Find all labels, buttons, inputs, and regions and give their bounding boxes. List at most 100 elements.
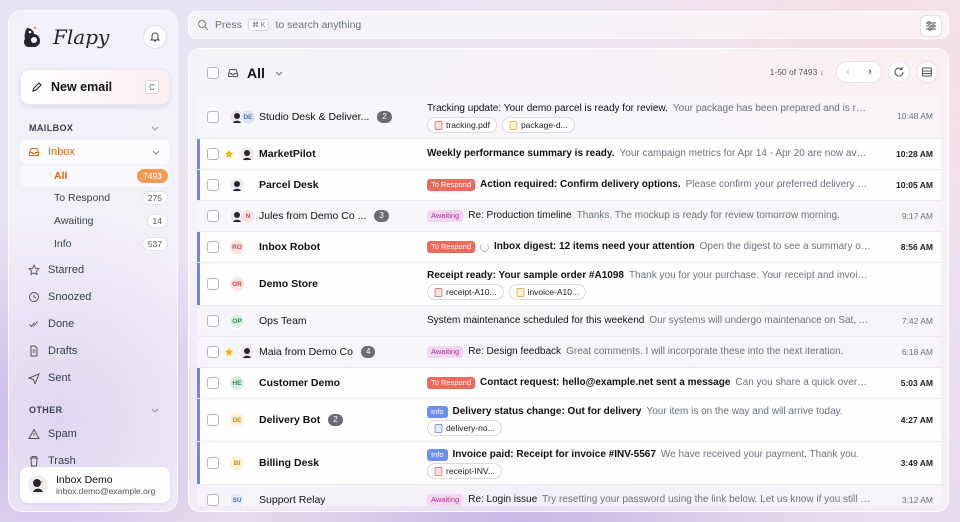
file-icon	[516, 287, 524, 297]
row-checkbox[interactable]	[207, 210, 219, 222]
sidebar-sub-info[interactable]: Info 537	[20, 233, 170, 255]
sender-name: Inbox Robot	[259, 241, 321, 253]
email-row[interactable]: RO Inbox Robot To Respond Inbox digest: 1…	[197, 232, 941, 263]
new-email-label: New email	[51, 80, 113, 94]
email-summary: To Respond Contact request: hello@example…	[427, 376, 871, 390]
email-summary: Awaiting Re: Design feedback Great comment…	[427, 345, 871, 359]
sidebar-sub-to-respond[interactable]: To Respond 275	[20, 187, 170, 209]
chevron-down-icon[interactable]	[151, 406, 159, 414]
notifications-button[interactable]	[143, 25, 167, 49]
search-bar[interactable]: Press ⌘ K to search anything	[188, 11, 949, 39]
email-row[interactable]: DE Delivery Bot 2 Info Delivery status cha…	[197, 399, 941, 442]
attachment-chip[interactable]: tracking.pdf	[427, 117, 497, 133]
sidebar-item-spam[interactable]: Spam	[20, 422, 170, 446]
attachment-name: invoice-A10...	[527, 287, 580, 297]
attachment-chip[interactable]: package-d...	[501, 117, 575, 133]
email-row[interactable]: MarketPilot Weekly performance summary i…	[197, 139, 941, 170]
sender-avatars: OR	[229, 276, 245, 292]
layout-toggle-button[interactable]	[916, 61, 938, 83]
sender-name: Support Relay	[259, 494, 326, 506]
email-summary: Awaiting Re: Production timeline Thanks. T…	[427, 209, 871, 223]
document-icon	[30, 345, 38, 357]
row-checkbox[interactable]	[207, 179, 219, 191]
attachment-chip[interactable]: invoice-A10...	[508, 284, 587, 300]
sender-name: MarketPilot	[259, 148, 316, 160]
email-sender: Demo Store	[259, 277, 318, 291]
row-checkbox[interactable]	[207, 111, 219, 123]
send-icon	[28, 373, 40, 384]
email-row[interactable]: HE Customer Demo To Respond Contact reque…	[197, 368, 941, 399]
next-page-button[interactable]: ›	[859, 62, 881, 82]
folder-filter-label[interactable]: All	[247, 65, 265, 81]
sender-avatars: RO	[229, 239, 245, 255]
email-row[interactable]: BI Billing Desk Info Invoice paid: Receip…	[197, 442, 941, 485]
email-row[interactable]: Maia from Demo Co 4 Awaiting Re: Design fe…	[197, 337, 941, 368]
sidebar-item-label: Trash	[48, 455, 76, 467]
email-row[interactable]: DE Studio Desk & Deliver... 2 Tracking up…	[197, 96, 941, 139]
app-name: Flapy	[53, 25, 110, 49]
sidebar-sub-all[interactable]: All 7493	[20, 165, 170, 187]
email-row[interactable]: N Jules from Demo Co ... 3 Awaiting Re: Pr…	[197, 201, 941, 232]
trash-icon	[30, 456, 38, 467]
email-time: 5:03 AM	[900, 378, 933, 388]
email-sender: MarketPilot	[259, 147, 316, 161]
email-time: 6:18 AM	[901, 347, 933, 357]
email-preview: We have received your payment. Thank you…	[660, 449, 859, 460]
attachment-chip[interactable]: delivery-no...	[427, 420, 502, 436]
duck-avatar-icon	[242, 149, 251, 160]
new-email-button[interactable]: New email C	[20, 69, 170, 105]
brand[interactable]: Flapy	[21, 25, 109, 49]
attachment-chip[interactable]: receipt-A10...	[427, 284, 504, 300]
row-checkbox[interactable]	[207, 346, 219, 358]
email-row[interactable]: OR Demo Store Receipt ready: Your sample…	[197, 263, 941, 306]
user-card[interactable]: Inbox Demo inbox.demo@example.org	[20, 467, 170, 503]
email-preview: Try resetting your password using the li…	[542, 494, 871, 505]
sidebar-item-label: Sent	[48, 372, 71, 384]
chevron-down-icon[interactable]	[273, 67, 285, 79]
row-checkbox[interactable]	[207, 241, 219, 253]
row-checkbox[interactable]	[207, 278, 219, 290]
email-time: 7:42 AM	[901, 316, 933, 326]
refresh-button[interactable]	[888, 61, 910, 83]
email-sender: Ops Team	[259, 314, 307, 328]
email-row[interactable]: Parcel Desk To Respond Action required: C…	[197, 170, 941, 201]
duck-avatar-icon	[242, 347, 251, 358]
email-row[interactable]: OP Ops Team System maintenance scheduled…	[197, 306, 941, 337]
avatar: DE	[240, 109, 256, 125]
chevron-down-icon[interactable]	[151, 124, 159, 132]
sidebar-item-done[interactable]: Done	[20, 312, 170, 336]
sidebar-sub-awaiting[interactable]: Awaiting 14	[20, 210, 170, 232]
select-all-checkbox[interactable]	[207, 67, 219, 79]
email-summary: Info Invoice paid: Receipt for invoice #I…	[427, 448, 871, 462]
star-filled-icon[interactable]	[224, 149, 234, 159]
sender-avatars: SU	[229, 492, 245, 506]
sidebar-item-drafts[interactable]: Drafts	[20, 339, 170, 363]
row-checkbox[interactable]	[207, 148, 219, 160]
sidebar-item-inbox[interactable]: Inbox	[20, 140, 170, 164]
previous-page-button[interactable]: ‹	[837, 62, 859, 82]
email-sender: Maia from Demo Co 4	[259, 345, 376, 359]
email-time: 3:12 AM	[901, 495, 933, 505]
email-subject: System maintenance scheduled for this we…	[427, 315, 645, 326]
row-checkbox[interactable]	[207, 494, 219, 506]
filter-settings-button[interactable]	[920, 15, 942, 37]
attachment-name: delivery-no...	[446, 423, 495, 433]
email-summary: Receipt ready: Your sample order #A1098 T…	[427, 269, 871, 283]
star-filled-icon[interactable]	[224, 347, 234, 357]
label-tag: To Respond	[427, 179, 476, 191]
attachment-chip[interactable]: receipt-INV...	[427, 463, 502, 479]
sidebar-item-snoozed[interactable]: Snoozed	[20, 285, 170, 309]
row-checkbox[interactable]	[207, 377, 219, 389]
row-checkbox[interactable]	[207, 414, 219, 426]
row-checkbox[interactable]	[207, 315, 219, 327]
count-badge: 7493	[137, 169, 168, 183]
sidebar-item-starred[interactable]: Starred	[20, 258, 170, 282]
pagination-range[interactable]: 1-50 of 7493 ↓	[770, 67, 824, 77]
count-badge: 14	[146, 214, 168, 228]
sidebar-item-sent[interactable]: Sent	[20, 366, 170, 390]
email-sender: Customer Demo	[259, 376, 340, 390]
email-row[interactable]: SU Support Relay Awaiting Re: Login issue…	[197, 485, 941, 506]
row-checkbox[interactable]	[207, 457, 219, 469]
sidebar-item-label: Starred	[48, 264, 85, 276]
other-section-label: OTHER	[29, 405, 63, 415]
